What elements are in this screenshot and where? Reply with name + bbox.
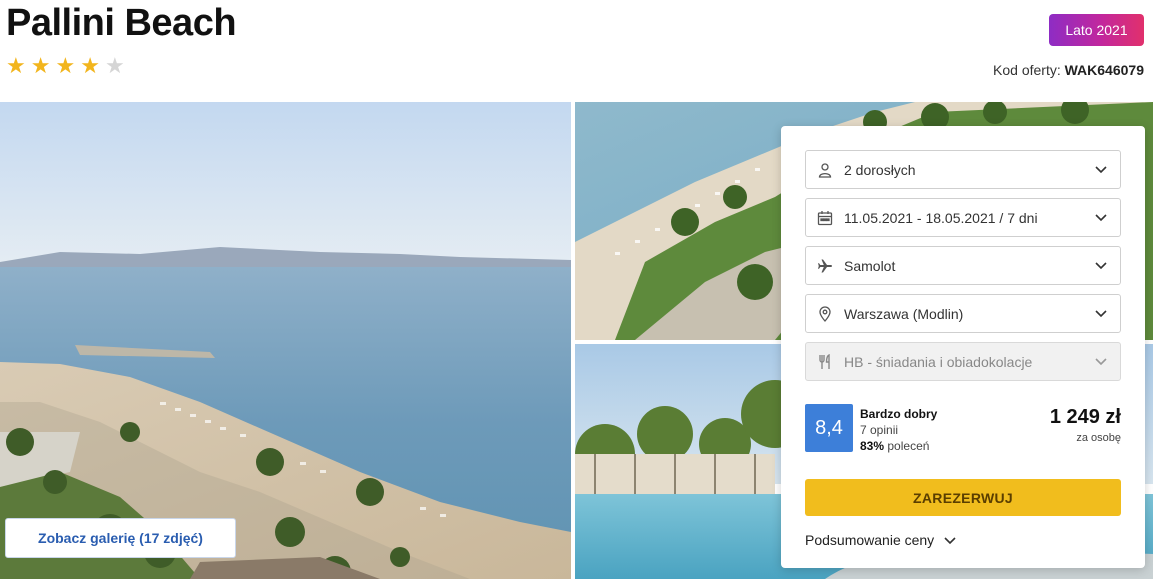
dates-select[interactable]: 11.05.2021 - 18.05.2021 / 7 dni <box>805 198 1121 237</box>
offer-code-label: Kod oferty: <box>993 62 1061 78</box>
person-icon <box>816 161 834 179</box>
cutlery-icon <box>816 353 834 371</box>
chevron-down-icon <box>944 532 956 548</box>
dates-value: 11.05.2021 - 18.05.2021 / 7 dni <box>844 209 1038 226</box>
departure-airport-select[interactable]: Warszawa (Modlin) <box>805 294 1121 333</box>
chevron-down-icon <box>1094 211 1108 225</box>
star-empty-icon: ★ <box>104 53 125 78</box>
plane-icon <box>816 257 834 275</box>
gallery-main-photo[interactable] <box>0 102 571 579</box>
season-badge: Lato 2021 <box>1049 14 1144 46</box>
offer-code: Kod oferty: WAK646079 <box>993 62 1144 78</box>
rating-label: Bardzo dobry <box>860 407 938 421</box>
recommend-text: poleceń <box>887 439 930 453</box>
booking-panel: 2 dorosłych 11.05.2021 - 18.05.2021 / 7 … <box>781 126 1145 568</box>
location-pin-icon <box>816 305 834 323</box>
recommend-percent: 83% <box>860 439 885 453</box>
chevron-down-icon <box>1094 307 1108 321</box>
reviews-count[interactable]: 7 opinii <box>860 423 898 437</box>
star-rating: ★ ★ ★ ★ ★ <box>6 55 125 77</box>
board-type-select[interactable]: HB - śniadania i obiadokolacje <box>805 342 1121 381</box>
price-summary-label: Podsumowanie ceny <box>805 532 935 548</box>
price-amount: 1 249 zł <box>1049 406 1121 428</box>
star-icon: ★ <box>55 53 76 78</box>
view-gallery-button[interactable]: Zobacz galerię (17 zdjęć) <box>5 518 236 558</box>
travelers-select[interactable]: 2 dorosłych <box>805 150 1121 189</box>
star-icon: ★ <box>80 53 100 78</box>
offer-code-value: WAK646079 <box>1064 62 1144 78</box>
price-per-person: za osobę <box>1076 432 1121 444</box>
rating-score-badge: 8,4 <box>805 404 853 452</box>
chevron-down-icon <box>1094 163 1108 177</box>
calendar-icon <box>816 209 834 227</box>
star-icon: ★ <box>30 53 51 78</box>
price-summary-toggle[interactable]: Podsumowanie ceny <box>805 532 956 548</box>
chevron-down-icon <box>1094 259 1108 273</box>
transport-value: Samolot <box>844 257 896 274</box>
travelers-value: 2 dorosłych <box>844 161 916 178</box>
recommend-rate: 83% poleceń <box>860 439 929 453</box>
reserve-button[interactable]: ZAREZERWUJ <box>805 479 1121 516</box>
hotel-title: Pallini Beach <box>6 2 237 44</box>
board-type-value: HB - śniadania i obiadokolacje <box>844 353 1033 370</box>
chevron-down-icon <box>1094 355 1108 369</box>
star-icon: ★ <box>6 53 26 78</box>
departure-airport-value: Warszawa (Modlin) <box>844 305 964 322</box>
transport-select[interactable]: Samolot <box>805 246 1121 285</box>
